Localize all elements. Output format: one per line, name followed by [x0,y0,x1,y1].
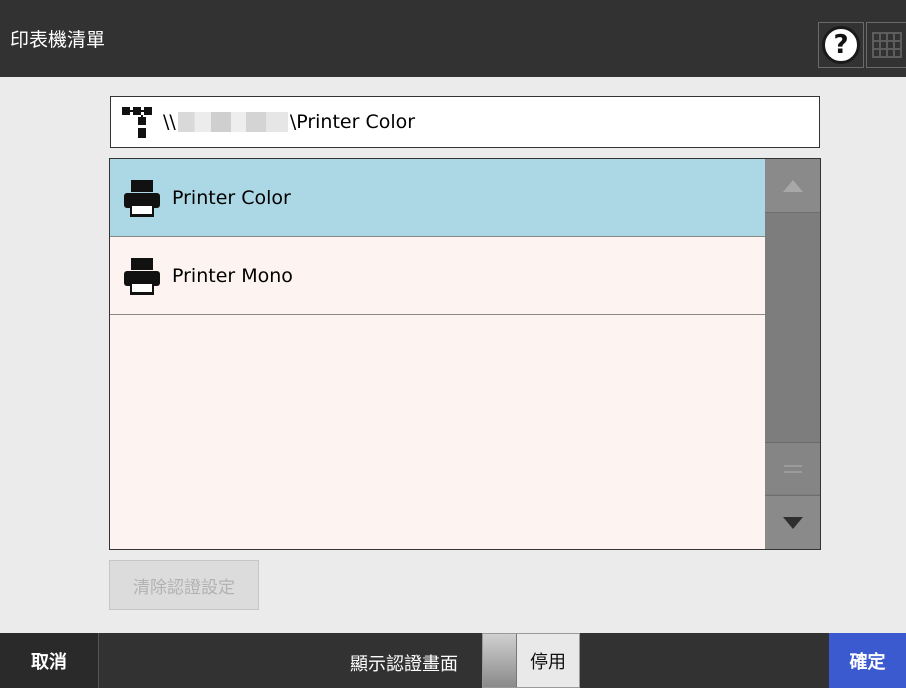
show-auth-toggle[interactable]: 停用 [482,633,580,688]
help-button[interactable]: ? [818,22,864,68]
path-prefix: \\ [163,111,176,133]
list-item[interactable]: Printer Color [110,159,765,237]
redacted-host [177,112,288,132]
scroll-up-button[interactable] [765,159,820,213]
path-suffix: \Printer Color [289,111,416,133]
cancel-button[interactable]: 取消 [0,633,99,688]
toggle-state-label: 停用 [530,651,566,673]
printer-path-text: \\ \Printer Color [163,111,415,133]
scroll-down-button[interactable] [765,495,820,549]
keyboard-icon [871,32,902,58]
page-title: 印表機清單 [10,29,106,51]
clear-auth-settings-button[interactable]: 清除認證設定 [109,560,259,610]
list-item[interactable]: Printer Mono [110,237,765,315]
printer-path-field: \\ \Printer Color [110,96,820,148]
printer-icon [118,252,166,300]
grip-lines-icon [784,464,802,473]
printer-name: Printer Mono [172,264,293,287]
printer-list: Printer Color Printer Mono [109,158,821,550]
network-tree-icon [119,102,159,142]
keyboard-button[interactable] [866,22,906,68]
scrollbar[interactable] [765,159,820,549]
scrollbar-thumb[interactable] [765,442,820,494]
question-circle-icon: ? [822,26,860,64]
ok-button[interactable]: 確定 [829,633,906,688]
show-auth-screen-label: 顯示認證畫面 [350,654,458,675]
triangle-up-icon [783,179,803,192]
printer-icon [118,174,166,222]
footer-bar: 取消 顯示認證畫面 停用 確定 [0,633,906,688]
title-bar: 印表機清單 ? [0,0,906,77]
toggle-knob[interactable] [483,634,517,687]
printer-name: Printer Color [172,186,291,209]
triangle-down-icon [783,516,803,529]
